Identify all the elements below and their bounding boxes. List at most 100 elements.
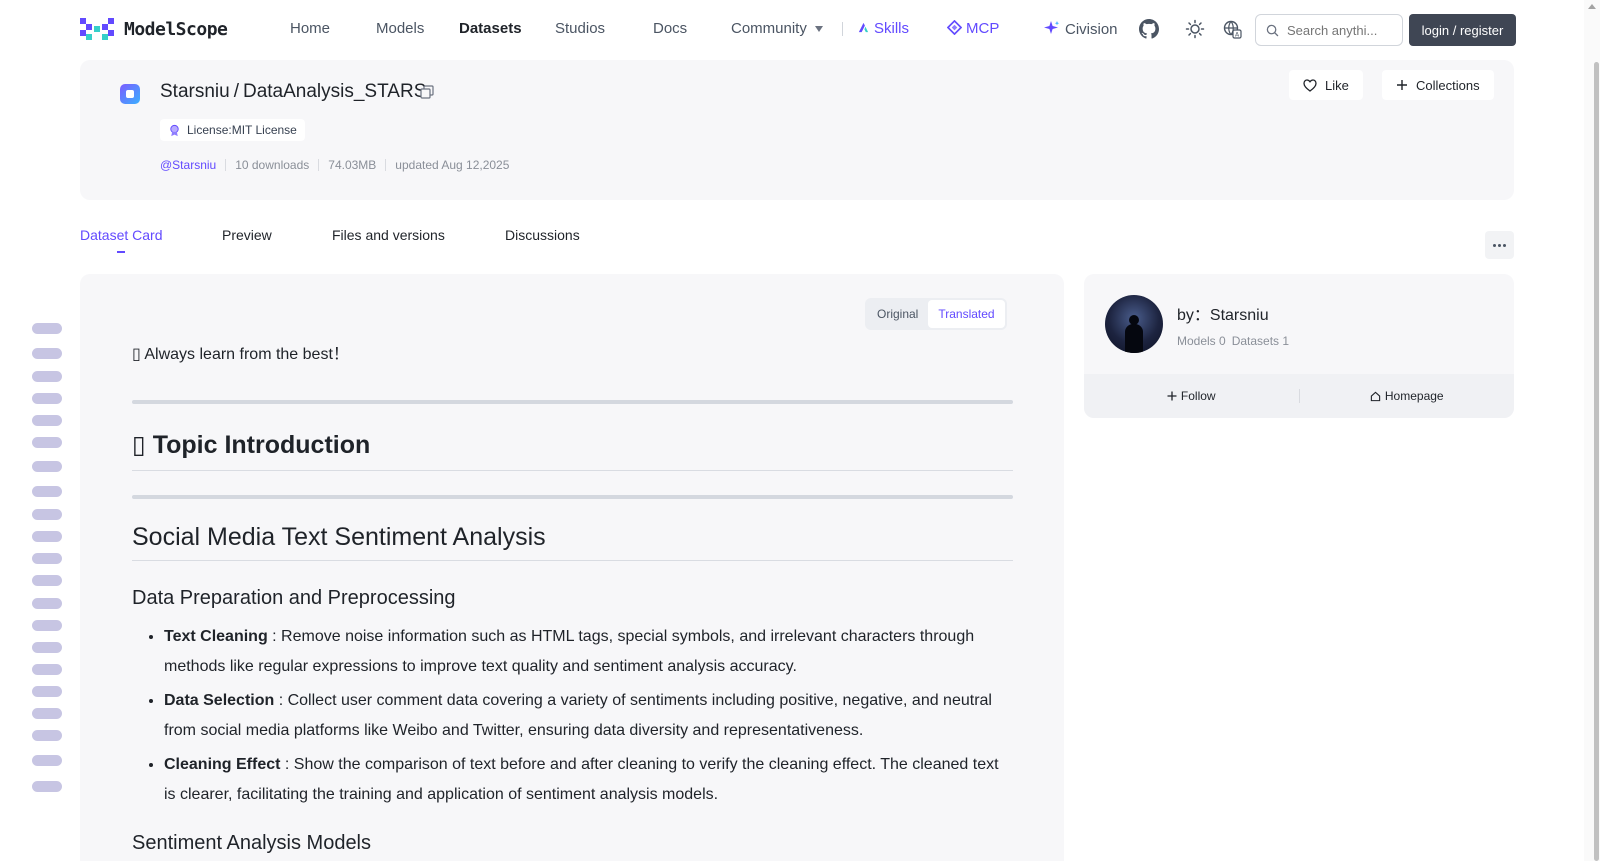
translation-toggle[interactable]: Original Translated bbox=[865, 298, 1007, 330]
nav-docs[interactable]: Docs bbox=[653, 20, 687, 37]
like-label: Like bbox=[1325, 77, 1349, 93]
toc-item[interactable] bbox=[32, 708, 62, 719]
copy-icon[interactable] bbox=[420, 85, 434, 99]
search-input[interactable] bbox=[1287, 22, 1387, 38]
license-badge[interactable]: License:MIT License bbox=[160, 119, 305, 141]
toc-item[interactable] bbox=[32, 575, 62, 586]
github-icon[interactable] bbox=[1138, 18, 1160, 40]
like-button[interactable]: Like bbox=[1289, 70, 1363, 100]
dataset-title: Starsniu / DataAnalysis_STARS bbox=[160, 81, 426, 103]
tab-preview[interactable]: Preview bbox=[222, 227, 272, 243]
heading-social-media: Social Media Text Sentiment Analysis bbox=[132, 523, 1013, 561]
preprocessing-list: Text Cleaning : Remove noise information… bbox=[132, 622, 1013, 810]
home-icon bbox=[1370, 391, 1381, 401]
tab-discussions[interactable]: Discussions bbox=[505, 227, 580, 243]
author-actions: Follow Homepage bbox=[1084, 374, 1514, 418]
toc-item[interactable] bbox=[32, 437, 62, 448]
nav-home[interactable]: Home bbox=[290, 20, 330, 37]
scrollbar-thumb[interactable] bbox=[1594, 62, 1599, 861]
list-item-text: : Show the comparison of text before and… bbox=[164, 756, 999, 803]
search-box[interactable] bbox=[1255, 14, 1403, 46]
nav-skills[interactable]: Skills bbox=[857, 20, 909, 37]
nav-datasets[interactable]: Datasets bbox=[459, 20, 522, 37]
toc-item[interactable] bbox=[32, 348, 62, 359]
meta-divider bbox=[318, 159, 320, 171]
modelscope-logo[interactable]: ModelScope bbox=[80, 18, 228, 40]
top-navigation: ModelScope Home Models Datasets Studios … bbox=[0, 0, 1584, 58]
avatar[interactable] bbox=[1105, 295, 1163, 353]
horizontal-rule bbox=[132, 495, 1013, 499]
list-item-term: Data Selection bbox=[164, 692, 275, 709]
toc-item[interactable] bbox=[32, 461, 62, 472]
toc-item[interactable] bbox=[32, 509, 62, 520]
toc-item[interactable] bbox=[32, 598, 62, 609]
author-stats: Models 0 Datasets 1 bbox=[1177, 334, 1289, 348]
toc-item[interactable] bbox=[32, 686, 62, 697]
logo-text: ModelScope bbox=[124, 18, 228, 40]
license-label: License:MIT License bbox=[187, 123, 297, 137]
toc-item[interactable] bbox=[32, 393, 62, 404]
language-icon[interactable]: A bbox=[1221, 18, 1243, 40]
more-options-icon[interactable] bbox=[1485, 231, 1514, 259]
toc-item[interactable] bbox=[32, 553, 62, 564]
toggle-translated[interactable]: Translated bbox=[928, 300, 1005, 328]
tab-files-and-versions[interactable]: Files and versions bbox=[332, 227, 445, 243]
list-item-term: Text Cleaning bbox=[164, 628, 268, 645]
nav-community[interactable]: Community bbox=[731, 20, 823, 37]
author-models-count: Models 0 bbox=[1177, 334, 1226, 348]
collections-label: Collections bbox=[1416, 77, 1480, 93]
theme-toggle-icon[interactable] bbox=[1184, 18, 1206, 40]
nav-civision[interactable]: Civision bbox=[1044, 20, 1118, 38]
dataset-icon bbox=[120, 84, 140, 104]
toc-item[interactable] bbox=[32, 415, 62, 426]
toc-item[interactable] bbox=[32, 620, 62, 631]
list-item: Cleaning Effect : Show the comparison of… bbox=[164, 750, 1013, 810]
login-register-button[interactable]: login / register bbox=[1409, 14, 1516, 46]
author-card: by：Starsniu Models 0 Datasets 1 Follow H… bbox=[1084, 274, 1514, 418]
plus-icon bbox=[1167, 391, 1177, 401]
nav-mcp[interactable]: MCP bbox=[946, 19, 999, 37]
toc-item[interactable] bbox=[32, 531, 62, 542]
dataset-card-content: Original Translated ▯ Always learn from … bbox=[80, 274, 1064, 861]
mcp-icon bbox=[946, 19, 963, 36]
collections-button[interactable]: Collections bbox=[1382, 70, 1494, 100]
license-icon bbox=[170, 124, 179, 136]
toc-item[interactable] bbox=[32, 664, 62, 675]
nav-models[interactable]: Models bbox=[376, 20, 424, 37]
toc-item[interactable] bbox=[32, 371, 62, 382]
follow-button[interactable]: Follow bbox=[1084, 389, 1299, 403]
nav-community-label: Community bbox=[731, 20, 807, 37]
toc-item[interactable] bbox=[32, 781, 62, 792]
intro-quote: ▯ Always learn from the best！ bbox=[132, 346, 349, 363]
list-item-term: Cleaning Effect bbox=[164, 756, 281, 773]
heading-data-preparation: Data Preparation and Preprocessing bbox=[132, 587, 456, 609]
toc-item[interactable] bbox=[32, 323, 62, 334]
nav-divider bbox=[842, 22, 843, 36]
nav-skills-label: Skills bbox=[874, 20, 910, 37]
sparkle-icon bbox=[1044, 21, 1060, 34]
author-link[interactable]: @Starsniu bbox=[160, 158, 216, 172]
nav-studios[interactable]: Studios bbox=[555, 20, 605, 37]
toc-item[interactable] bbox=[32, 730, 62, 741]
list-item-text: : Remove noise information such as HTML … bbox=[164, 628, 975, 675]
toc-item[interactable] bbox=[32, 486, 62, 497]
homepage-button[interactable]: Homepage bbox=[1300, 389, 1515, 403]
follow-label: Follow bbox=[1180, 389, 1216, 403]
toc-item[interactable] bbox=[32, 755, 62, 766]
horizontal-rule bbox=[132, 400, 1013, 404]
tab-dataset-card[interactable]: Dataset Card bbox=[80, 227, 162, 243]
search-icon bbox=[1266, 24, 1279, 36]
heading-topic-introduction: ▯ Topic Introduction bbox=[132, 430, 1013, 471]
toggle-original[interactable]: Original bbox=[867, 300, 928, 328]
toc-item[interactable] bbox=[32, 642, 62, 653]
dataset-meta: @Starsniu 10 downloads 74.03MB updated A… bbox=[160, 158, 509, 172]
markdown-body: ▯ Always learn from the best！ ▯ Topic In… bbox=[132, 338, 1013, 855]
dataset-owner[interactable]: Starsniu bbox=[160, 81, 230, 103]
heading-sentiment-models: Sentiment Analysis Models bbox=[132, 832, 372, 854]
title-separator: / bbox=[233, 81, 239, 102]
scroll-up-arrow-icon[interactable] bbox=[1588, 4, 1596, 9]
homepage-label: Homepage bbox=[1384, 389, 1444, 403]
chevron-down-icon bbox=[814, 26, 823, 33]
updated-date: updated Aug 12,2025 bbox=[395, 158, 510, 172]
author-name[interactable]: by：Starsniu bbox=[1177, 301, 1269, 325]
